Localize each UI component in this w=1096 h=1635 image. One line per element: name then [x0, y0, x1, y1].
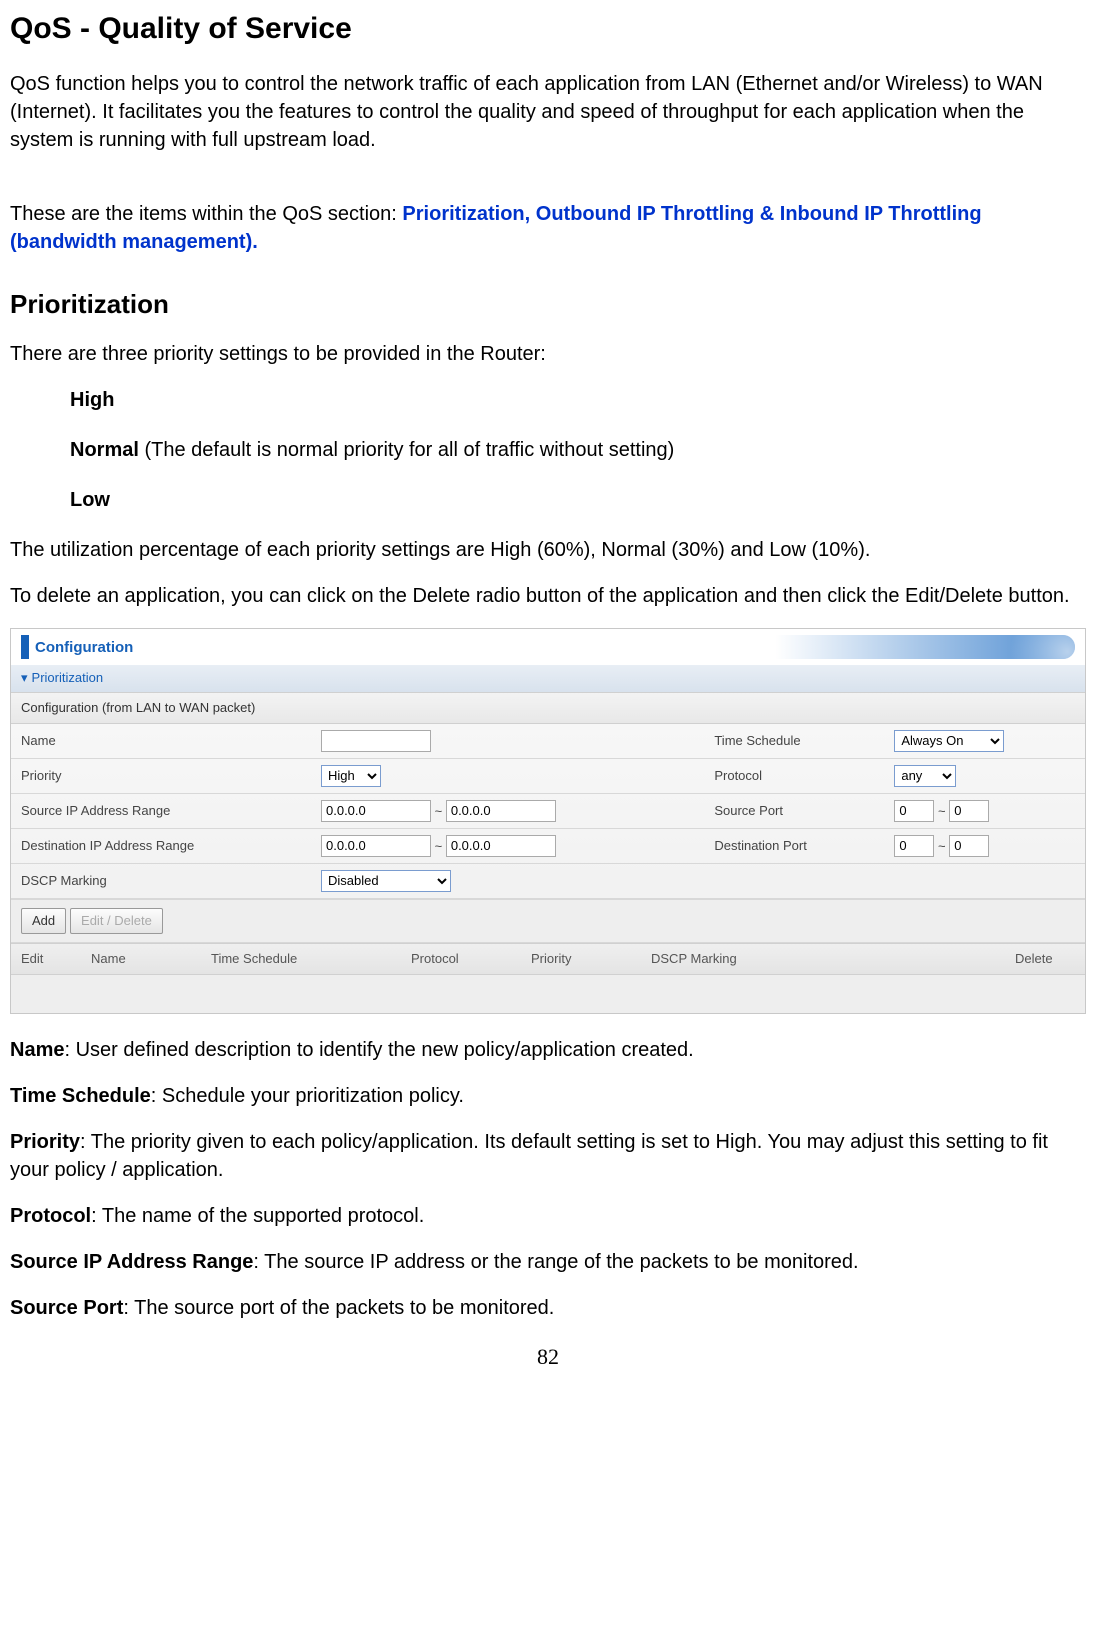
col-delete: Delete	[1005, 943, 1085, 974]
name-input[interactable]	[321, 730, 431, 752]
def-name-t: : User defined description to identify t…	[64, 1039, 693, 1061]
source-port-from-input[interactable]	[894, 800, 934, 822]
def-protocol: Protocol: The name of the supported prot…	[10, 1202, 1086, 1230]
prioritization-heading: Prioritization	[10, 286, 1086, 322]
intro-paragraph: QoS function helps you to control the ne…	[10, 70, 1086, 154]
dest-port-to-input[interactable]	[949, 835, 989, 857]
priority-normal: Normal (The default is normal priority f…	[70, 436, 1086, 464]
def-name: Name: User defined description to identi…	[10, 1036, 1086, 1064]
rules-empty-row	[11, 975, 1085, 1013]
utilization-paragraph: The utilization percentage of each prior…	[10, 536, 1086, 564]
header-swoosh-graphic	[775, 635, 1075, 659]
source-ip-to-input[interactable]	[446, 800, 556, 822]
tilde-separator: ~	[938, 838, 946, 853]
label-time-schedule: Time Schedule	[704, 724, 884, 759]
def-time: Time Schedule: Schedule your prioritizat…	[10, 1082, 1086, 1110]
priority-normal-bold: Normal	[70, 439, 139, 461]
dscp-select[interactable]: Disabled	[321, 870, 451, 892]
def-sport-b: Source Port	[10, 1297, 123, 1319]
tilde-separator: ~	[435, 803, 443, 818]
button-row: Add Edit / Delete	[11, 899, 1085, 943]
label-dscp: DSCP Marking	[11, 863, 311, 898]
def-proto-t: : The name of the supported protocol.	[91, 1205, 424, 1227]
three-priorities-lead: There are three priority settings to be …	[10, 340, 1086, 368]
def-source-port: Source Port: The source port of the pack…	[10, 1294, 1086, 1322]
panel-header: Configuration	[11, 629, 1085, 665]
items-lead: These are the items within the QoS secti…	[10, 203, 402, 225]
col-name: Name	[81, 943, 201, 974]
label-dest-port: Destination Port	[704, 828, 884, 863]
def-priority: Priority: The priority given to each pol…	[10, 1128, 1086, 1184]
source-ip-from-input[interactable]	[321, 800, 431, 822]
col-protocol: Protocol	[401, 943, 521, 974]
col-dscp: DSCP Marking	[641, 943, 1005, 974]
label-dest-ip: Destination IP Address Range	[11, 828, 311, 863]
source-port-to-input[interactable]	[949, 800, 989, 822]
rules-table: Edit Name Time Schedule Protocol Priorit…	[11, 943, 1085, 1013]
col-priority: Priority	[521, 943, 641, 974]
header-accent-bar	[21, 635, 29, 659]
def-sip-b: Source IP Address Range	[10, 1251, 253, 1273]
def-sport-t: : The source port of the packets to be m…	[123, 1297, 554, 1319]
items-paragraph: These are the items within the QoS secti…	[10, 200, 1086, 256]
tilde-separator: ~	[938, 803, 946, 818]
def-prio-b: Priority	[10, 1131, 80, 1153]
def-proto-b: Protocol	[10, 1205, 91, 1227]
def-time-t: : Schedule your prioritization policy.	[151, 1085, 464, 1107]
label-source-port: Source Port	[704, 793, 884, 828]
delete-note: To delete an application, you can click …	[10, 582, 1086, 610]
config-form-table: Name Time Schedule Always On Priority Hi…	[11, 724, 1085, 899]
label-priority: Priority	[11, 758, 311, 793]
dest-ip-from-input[interactable]	[321, 835, 431, 857]
time-schedule-select[interactable]: Always On	[894, 730, 1004, 752]
col-time: Time Schedule	[201, 943, 401, 974]
def-sip-t: : The source IP address or the range of …	[253, 1251, 858, 1273]
priority-select[interactable]: High	[321, 765, 381, 787]
section-label: Configuration (from LAN to WAN packet)	[11, 692, 1085, 724]
header-configuration-label: Configuration	[35, 637, 133, 658]
col-edit: Edit	[11, 943, 81, 974]
label-name: Name	[11, 724, 311, 759]
sub-band-label: Prioritization	[32, 670, 104, 685]
def-source-ip: Source IP Address Range: The source IP a…	[10, 1248, 1086, 1276]
edit-delete-button[interactable]: Edit / Delete	[70, 908, 163, 934]
page-number: 82	[10, 1342, 1086, 1373]
page-title: QoS - Quality of Service	[10, 8, 1086, 50]
rules-header-row: Edit Name Time Schedule Protocol Priorit…	[11, 943, 1085, 974]
tilde-separator: ~	[435, 838, 443, 853]
def-time-b: Time Schedule	[10, 1085, 151, 1107]
priority-low: Low	[70, 486, 1086, 514]
caret-down-icon: ▾	[21, 669, 28, 687]
add-button[interactable]: Add	[21, 908, 66, 934]
priority-normal-rest: (The default is normal priority for all …	[139, 439, 674, 461]
priority-high: High	[70, 386, 1086, 414]
dest-port-from-input[interactable]	[894, 835, 934, 857]
protocol-select[interactable]: any	[894, 765, 956, 787]
label-source-ip: Source IP Address Range	[11, 793, 311, 828]
def-prio-t: : The priority given to each policy/appl…	[10, 1131, 1048, 1181]
sub-band: ▾ Prioritization	[11, 665, 1085, 691]
label-protocol: Protocol	[704, 758, 884, 793]
dest-ip-to-input[interactable]	[446, 835, 556, 857]
def-name-b: Name	[10, 1039, 64, 1061]
config-screenshot-panel: Configuration ▾ Prioritization Configurat…	[10, 628, 1086, 1013]
